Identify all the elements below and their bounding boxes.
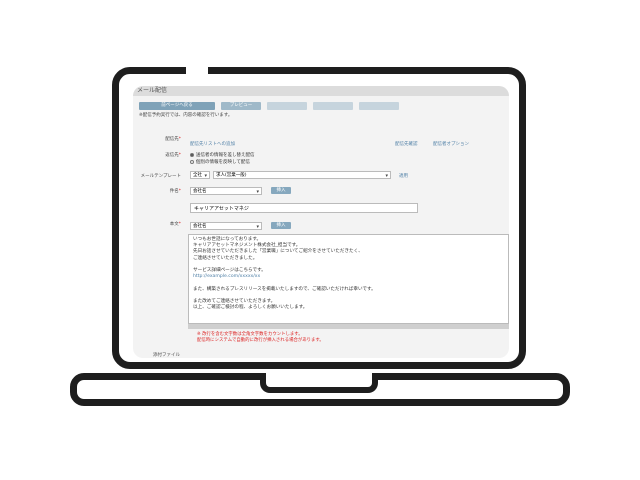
radio-selected-icon bbox=[190, 152, 194, 157]
recipient-confirm-link[interactable]: 配信先確認 bbox=[395, 141, 418, 147]
body-textarea[interactable]: いつもお世話になっております。 キャリアアセットマネジメント株式会社_担当です。… bbox=[188, 234, 509, 324]
toolbar-tabs: 前ページへ戻る プレビュー bbox=[133, 96, 509, 110]
toolbar-button-5[interactable] bbox=[359, 102, 399, 110]
preview-button[interactable]: プレビュー bbox=[221, 102, 261, 110]
notice-text: ※配信予約実行では、内容の確認を行います。 bbox=[139, 113, 233, 118]
template-select[interactable]: 求人(営業一般) bbox=[213, 171, 391, 180]
warning-line-2: 配信時にシステムで自動的に改行が挿入される場合があります。 bbox=[197, 338, 324, 343]
laptop-screen: メール配信 前ページへ戻る プレビュー ※配信予約実行では、内容の確認を行います… bbox=[133, 86, 509, 358]
back-button[interactable]: 前ページへ戻る bbox=[139, 102, 215, 110]
subject-insert-button[interactable]: 挿入 bbox=[271, 187, 291, 194]
subject-label: 件名* bbox=[169, 189, 181, 194]
warning-text: ※ 改行を含む文字数は全角文字数をカウントします。 配信時にシステムで自動的に改… bbox=[197, 332, 324, 344]
recipient-link[interactable]: 配信先リストへの追加 bbox=[190, 141, 235, 147]
sender-label: 返信先* bbox=[165, 153, 181, 158]
template-label: メールテンプレート bbox=[140, 174, 181, 179]
body-label: 本文* bbox=[169, 222, 181, 227]
toolbar-button-3[interactable] bbox=[267, 102, 307, 110]
laptop-lid-gap bbox=[186, 62, 208, 74]
recipient-label: 配信先* bbox=[165, 137, 181, 142]
subject-variable-select[interactable]: 会社名 bbox=[190, 187, 262, 196]
sender-option-1[interactable]: 送信者の情報を差し替え配信 bbox=[190, 152, 255, 158]
window-title: メール配信 bbox=[133, 86, 509, 96]
body-variable-select[interactable]: 会社名 bbox=[190, 222, 262, 231]
recipient-option-link[interactable]: 配信者オプション bbox=[433, 141, 469, 147]
body-line: 以上、ご確認ご検討の程、よろしくお願いいたします。 bbox=[193, 305, 308, 311]
laptop-notch bbox=[260, 373, 378, 393]
subject-input[interactable]: キャリアアセットマネジ bbox=[190, 203, 418, 213]
template-apply-link[interactable]: 適用 bbox=[399, 173, 408, 179]
body-insert-button[interactable]: 挿入 bbox=[271, 222, 291, 229]
horizontal-scrollbar[interactable] bbox=[188, 324, 509, 329]
attachment-label: 添付ファイル bbox=[153, 353, 180, 358]
toolbar-button-4[interactable] bbox=[313, 102, 353, 110]
radio-icon bbox=[190, 159, 194, 164]
sender-option-2[interactable]: 個別の情報を反映して配信 bbox=[190, 159, 250, 165]
template-scope-select[interactable]: 全社 bbox=[190, 171, 210, 180]
